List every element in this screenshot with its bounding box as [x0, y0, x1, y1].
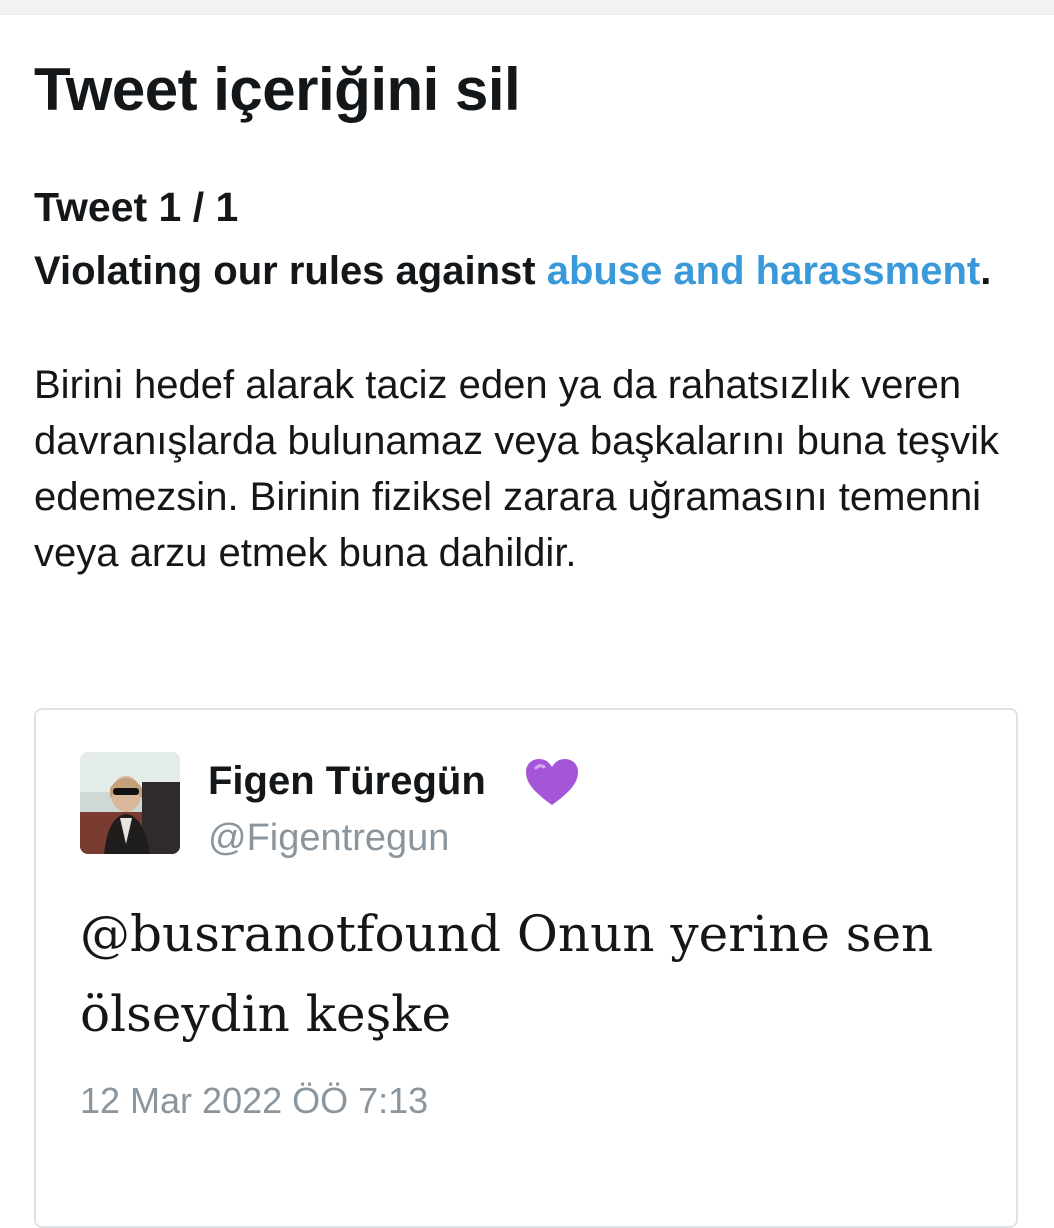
tweet-count-label: Tweet 1 / 1 — [34, 184, 239, 230]
reported-tweet-card: Figen Türegün @Figentregun @busranotfoun… — [34, 708, 1018, 1228]
author-handle[interactable]: @Figentregun — [208, 814, 449, 862]
author-name[interactable]: Figen Türegün — [208, 756, 486, 806]
avatar-image — [80, 752, 180, 854]
avatar[interactable] — [80, 752, 180, 854]
violation-statement: Violating our rules against abuse and ha… — [34, 243, 1014, 299]
violation-suffix: . — [980, 249, 992, 293]
rule-description: Birini hedef alarak taciz eden ya da rah… — [34, 363, 999, 575]
top-status-strip — [0, 0, 1054, 15]
tweet-text: @busranotfound Onun yerine sen ölseydin … — [80, 905, 934, 1043]
violation-prefix: Violating our rules against — [34, 249, 547, 293]
tweet-timestamp: 12 Mar 2022 ÖÖ 7:13 — [80, 1080, 429, 1121]
page-title: Tweet içeriğini sil — [34, 56, 521, 123]
purple-heart-icon — [526, 759, 578, 805]
abuse-harassment-link[interactable]: abuse and harassment — [547, 249, 981, 293]
